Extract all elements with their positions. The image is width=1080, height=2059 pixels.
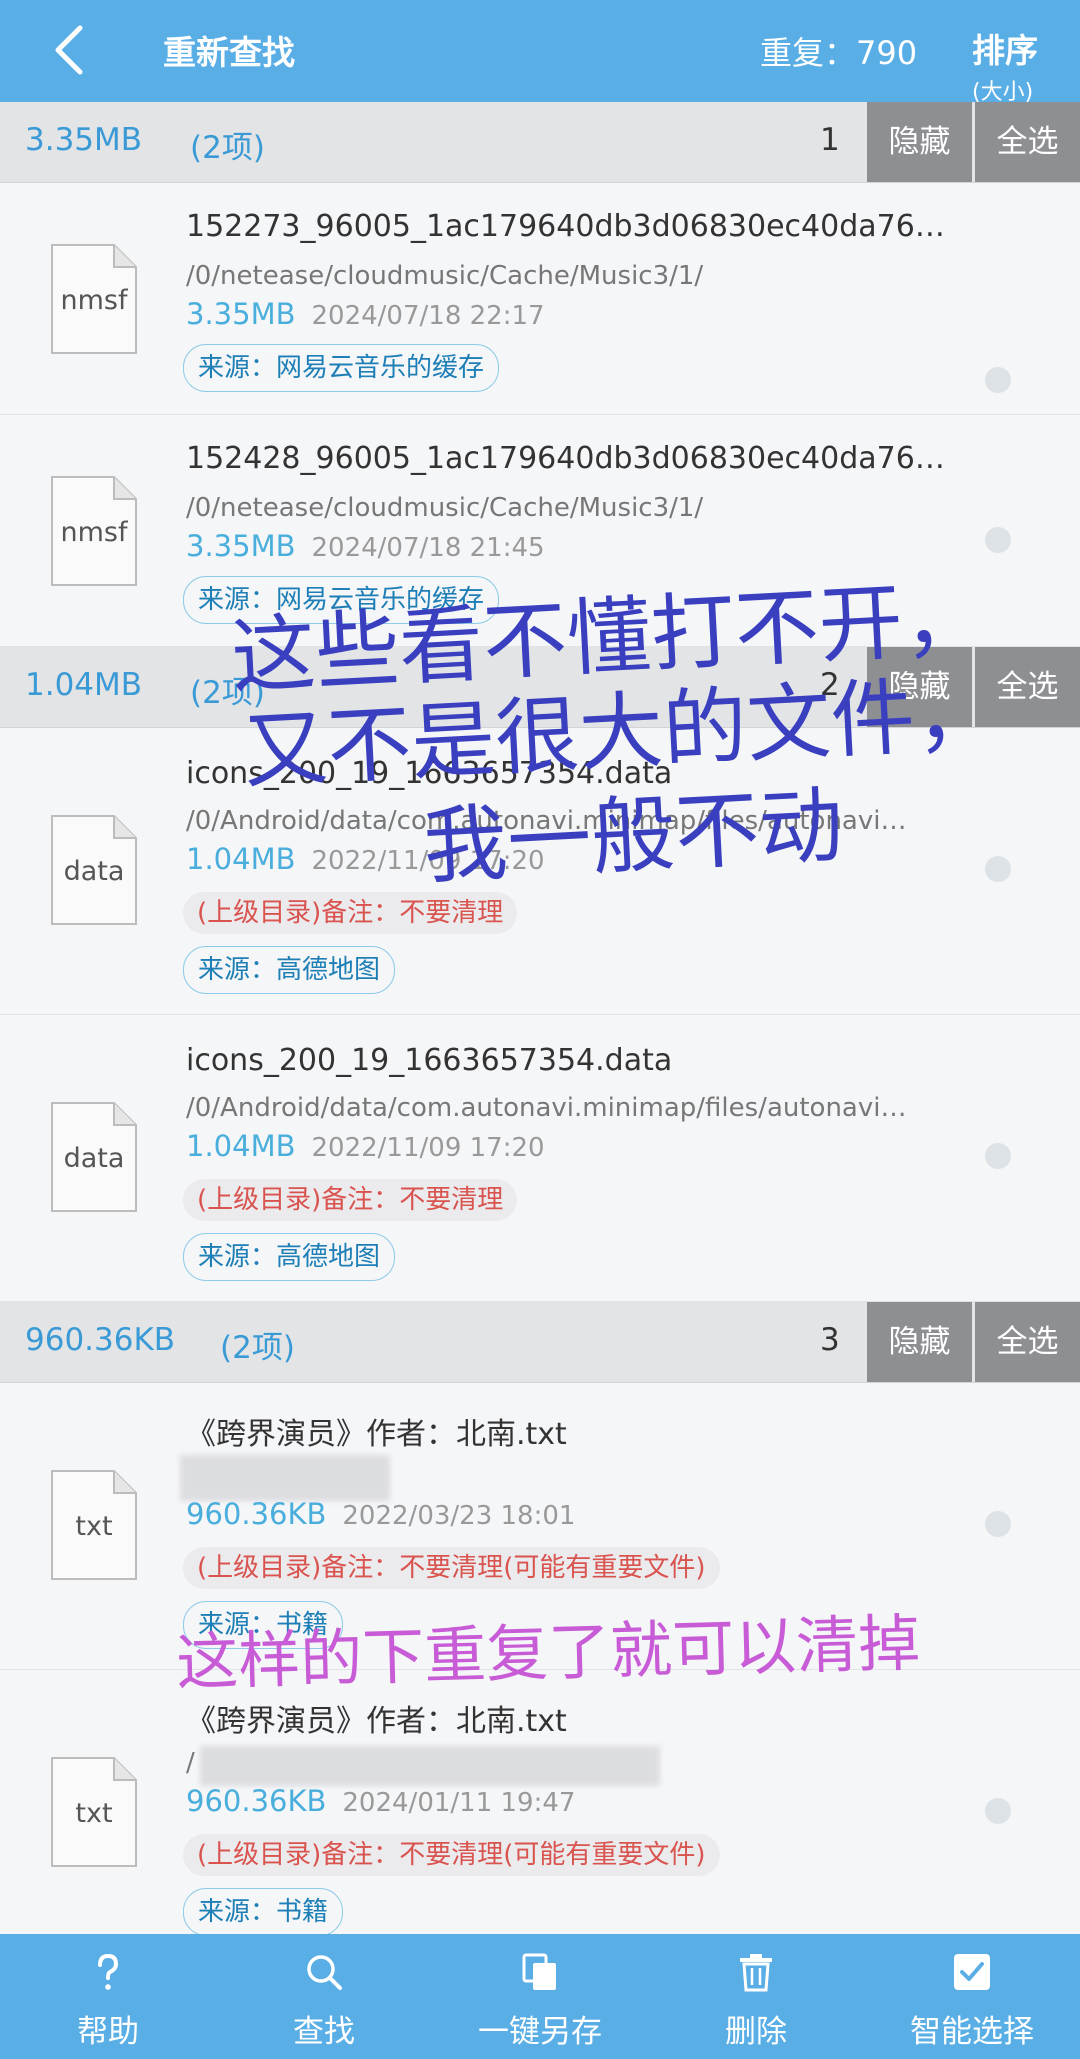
- file-path: /0/netease/cloudmusic/Cache/Music3/1/: [186, 493, 704, 523]
- group-size: 1.04MB: [25, 667, 143, 703]
- file-path: /: [186, 1748, 195, 1778]
- file-date: 2024/01/11 19:47: [342, 1788, 576, 1818]
- help-label: 帮助: [77, 2014, 139, 2050]
- group-count: (2项): [190, 130, 265, 166]
- chevron-left-icon: [55, 25, 83, 75]
- file-type-label: txt: [75, 1511, 113, 1542]
- help-tab[interactable]: 帮助: [0, 1934, 216, 2059]
- delete-tab[interactable]: 删除: [648, 1934, 864, 2059]
- group-size: 3.35MB: [25, 122, 143, 158]
- group-size: 960.36KB: [25, 1322, 176, 1358]
- select-all-button[interactable]: 全选: [975, 102, 1080, 182]
- file-size: 960.36KB 2022/03/23 18:01: [186, 1497, 575, 1531]
- duplicate-count: 重复：790: [760, 34, 918, 72]
- hide-group-button[interactable]: 隐藏: [867, 1302, 972, 1382]
- save-copy-label: 一键另存: [478, 2014, 602, 2050]
- file-name: 152428_96005_1ac179640db3d06830ec40da76…: [186, 441, 945, 476]
- delete-label: 删除: [725, 2014, 787, 2050]
- select-radio[interactable]: [985, 1511, 1011, 1537]
- select-radio[interactable]: [985, 527, 1011, 553]
- page-title: 重新查找: [163, 33, 295, 72]
- file-size-value: 1.04MB: [186, 1129, 296, 1163]
- file-type-label: data: [63, 1143, 125, 1174]
- file-size: 1.04MB 2022/11/09 17:20: [186, 1129, 545, 1163]
- source-tag: 来源：高德地图: [183, 1233, 396, 1281]
- search-icon: [307, 1955, 342, 1990]
- group-index: 1: [820, 122, 840, 158]
- file-icon: data: [50, 814, 138, 926]
- select-all-button[interactable]: 全选: [975, 1302, 1080, 1382]
- list-item[interactable]: txt 《跨界演员》作者：北南.txt / 960.36KB 2024/01/11…: [0, 1670, 1080, 1934]
- file-date: 2022/11/09 17:20: [311, 1133, 545, 1163]
- file-size: 3.35MB 2024/07/18 21:45: [186, 529, 545, 563]
- annotation-line-3: 我一般不动: [420, 775, 846, 896]
- group-header: 3.35MB (2项) 1 隐藏 全选: [0, 102, 1080, 183]
- file-path: /0/netease/cloudmusic/Cache/Music3/1/: [186, 261, 704, 291]
- file-icon: nmsf: [50, 243, 138, 355]
- save-copy-tab[interactable]: 一键另存: [432, 1934, 648, 2059]
- select-radio[interactable]: [985, 1143, 1011, 1169]
- back-button[interactable]: [48, 22, 96, 78]
- file-size-value: 1.04MB: [186, 842, 296, 876]
- copy-icon: [522, 1953, 556, 1990]
- select-radio[interactable]: [985, 367, 1011, 393]
- select-radio[interactable]: [985, 1798, 1011, 1824]
- source-tag: 来源：高德地图: [183, 946, 396, 994]
- top-bar: 重新查找 重复：790 排序 (大小): [0, 0, 1080, 105]
- file-size-value: 960.36KB: [186, 1784, 327, 1818]
- file-name: 《跨界演员》作者：北南.txt: [186, 1417, 567, 1452]
- hide-group-button[interactable]: 隐藏: [867, 102, 972, 182]
- redacted-path: [200, 1746, 660, 1786]
- file-date: 2024/07/18 22:17: [311, 301, 545, 331]
- note-tag: (上级目录)备注：不要清理(可能有重要文件): [183, 1547, 720, 1589]
- file-type-label: data: [63, 856, 125, 887]
- file-icon: nmsf: [50, 475, 138, 587]
- trash-icon: [740, 1954, 772, 1992]
- file-name: icons_200_19_1663657354.data: [186, 1043, 673, 1078]
- file-icon: data: [50, 1101, 138, 1213]
- file-size-value: 3.35MB: [186, 297, 296, 331]
- file-type-label: txt: [75, 1798, 113, 1829]
- smart-select-label: 智能选择: [910, 2014, 1034, 2050]
- search-tab[interactable]: 查找: [216, 1934, 432, 2059]
- file-size: 3.35MB 2024/07/18 22:17: [186, 297, 545, 331]
- file-type-label: nmsf: [60, 285, 128, 316]
- file-name: 《跨界演员》作者：北南.txt: [186, 1704, 567, 1739]
- source-tag: 来源：网易云音乐的缓存: [183, 344, 500, 392]
- list-item[interactable]: nmsf 152273_96005_1ac179640db3d06830ec40…: [0, 183, 1080, 415]
- file-size-value: 960.36KB: [186, 1497, 327, 1531]
- checkbox-icon: [954, 1954, 990, 1990]
- file-size: 960.36KB 2024/01/11 19:47: [186, 1784, 575, 1818]
- file-icon: txt: [50, 1756, 138, 1868]
- file-date: 2022/03/23 18:01: [342, 1501, 576, 1531]
- bottom-toolbar: 帮助 查找 一键另存 删除 智能选择: [0, 1934, 1080, 2059]
- source-tag: 来源：书籍: [183, 1888, 344, 1934]
- redacted-path: [180, 1455, 390, 1501]
- file-date: 2024/07/18 21:45: [311, 533, 545, 563]
- group-header: 960.36KB (2项) 3 隐藏 全选: [0, 1302, 1080, 1383]
- group-count: (2项): [220, 1330, 295, 1366]
- file-icon: txt: [50, 1469, 138, 1581]
- file-path: /0/Android/data/com.autonavi.minimap/fil…: [186, 1093, 907, 1123]
- help-icon: [98, 1953, 119, 1990]
- file-size-value: 3.35MB: [186, 529, 296, 563]
- group-index: 3: [820, 1322, 840, 1358]
- smart-select-tab[interactable]: 智能选择: [864, 1934, 1080, 2059]
- sort-button[interactable]: 排序: [972, 24, 1038, 72]
- list-item[interactable]: data icons_200_19_1663657354.data /0/And…: [0, 1015, 1080, 1302]
- file-name: 152273_96005_1ac179640db3d06830ec40da76…: [186, 209, 945, 244]
- note-tag: (上级目录)备注：不要清理(可能有重要文件): [183, 1834, 720, 1876]
- file-type-label: nmsf: [60, 517, 128, 548]
- note-tag: (上级目录)备注：不要清理: [183, 1179, 518, 1221]
- search-label: 查找: [293, 2014, 355, 2050]
- select-radio[interactable]: [985, 856, 1011, 882]
